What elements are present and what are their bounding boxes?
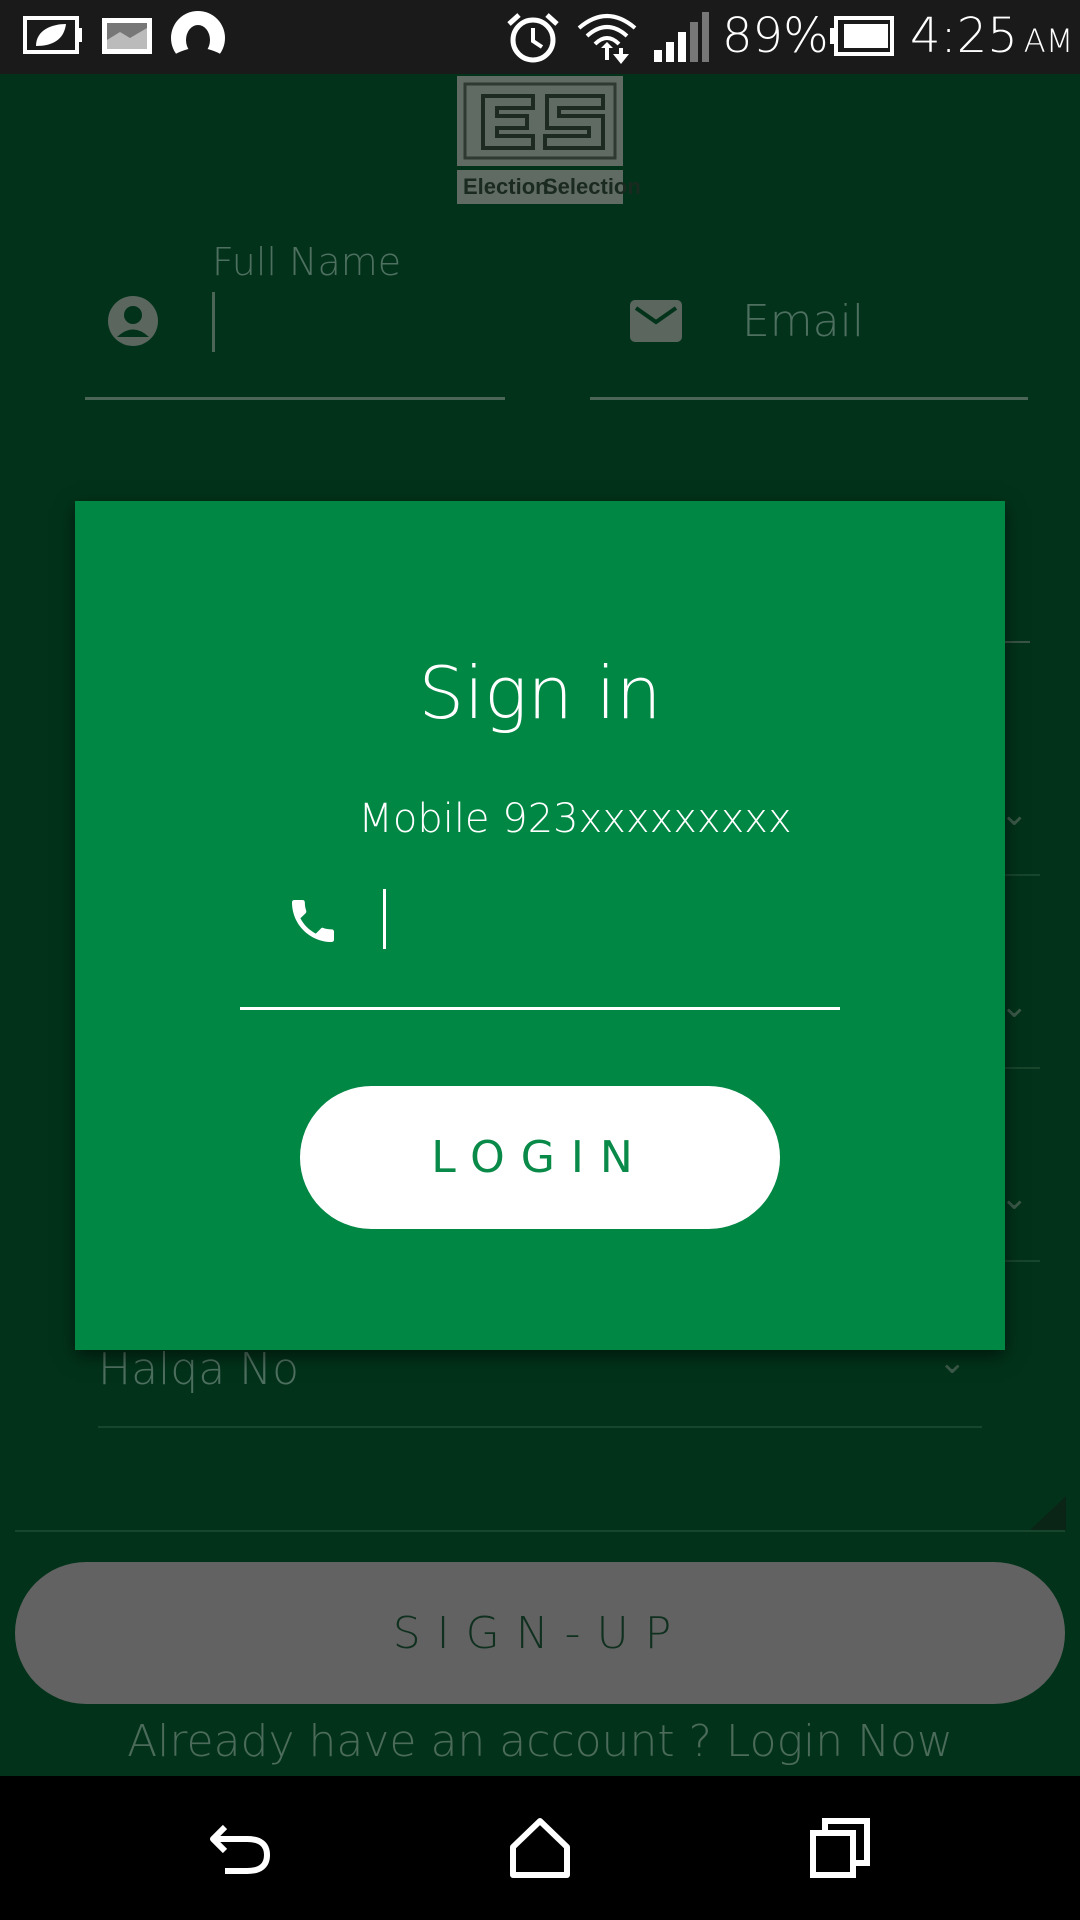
dialog-title: Sign in	[418, 651, 662, 735]
mobile-hint: Mobile 923xxxxxxxxx	[358, 796, 792, 842]
halqa-dropdown[interactable]: Halqa No ⌄	[98, 1343, 982, 1424]
phone-icon	[285, 893, 341, 954]
sign-in-dialog: Sign in Mobile 923xxxxxxxxx LOGIN	[75, 501, 1005, 1350]
halqa-underline	[98, 1426, 982, 1428]
home-icon[interactable]	[505, 1813, 575, 1883]
logo-text-right: Selection	[543, 174, 641, 199]
login-now-link[interactable]: Already have an account ? Login Now	[0, 1716, 1080, 1767]
eco-battery-icon	[22, 10, 84, 65]
clock-time: 4:25	[910, 8, 1018, 64]
dropdown-underline	[1000, 1067, 1040, 1069]
dropdown-underline	[1000, 1260, 1040, 1262]
full-name-input[interactable]	[85, 274, 505, 394]
logo-text-left: Election	[463, 174, 549, 199]
email-underline	[590, 397, 1028, 400]
gallery-icon	[100, 10, 154, 65]
phone-input[interactable]	[395, 881, 839, 963]
alarm-icon	[505, 10, 561, 71]
status-bar: 89% 4:25 AM	[0, 0, 1080, 74]
dropdown-underline	[1000, 874, 1040, 876]
clock-ampm: AM	[1023, 22, 1074, 60]
signup-button[interactable]: SIGN-UP	[15, 1562, 1065, 1704]
phone-cursor	[383, 889, 386, 949]
halqa-label: Halqa No	[98, 1344, 299, 1395]
signal-icon	[652, 10, 710, 69]
wifi-icon	[575, 10, 639, 73]
recents-icon[interactable]	[805, 1813, 875, 1883]
owl-app-icon	[168, 10, 228, 71]
form-divider	[15, 1530, 1065, 1532]
back-icon[interactable]	[205, 1813, 275, 1883]
navigation-bar	[0, 1776, 1080, 1920]
resize-corner-icon	[1030, 1496, 1066, 1535]
battery-percent: 89%	[722, 8, 829, 64]
full-name-underline	[85, 397, 505, 400]
election-selection-logo: Election Selection	[455, 74, 641, 204]
battery-icon	[828, 14, 896, 63]
clock: 4:25 AM	[910, 8, 1073, 64]
email-input[interactable]	[590, 274, 1028, 394]
login-button[interactable]: LOGIN	[300, 1086, 780, 1229]
phone-underline	[240, 1007, 840, 1010]
